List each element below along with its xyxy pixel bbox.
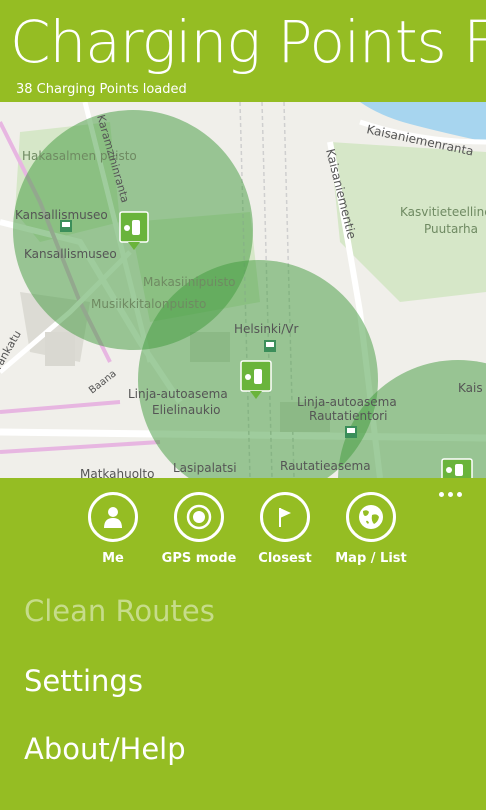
map-label: Makasiinipuisto [143, 275, 236, 289]
more-dot [456, 491, 462, 497]
more-dot [447, 491, 453, 497]
map-label: Kansallismuseo [24, 247, 117, 261]
gps-mode-label: GPS mode [161, 551, 237, 566]
closest-label: Closest [258, 551, 312, 566]
map-label: Lasipalatsi [173, 461, 237, 475]
map-label: Rautatieasema [280, 459, 371, 473]
app-header: Charging Points F 38 Charging Points loa… [0, 0, 486, 102]
map-label: Musiikkitalonpuisto [91, 297, 206, 311]
map-label: Helsinki/Vr [234, 322, 298, 336]
map-view[interactable]: Hakasalmen puisto Kansallismuseo Kansall… [0, 102, 486, 478]
map-label: Linja-autoasema [297, 395, 397, 409]
map-canvas[interactable]: Hakasalmen puisto Kansallismuseo Kansall… [0, 102, 486, 478]
map-label: Kansallismuseo [15, 208, 108, 222]
map-label: Kasvitieteelline [400, 205, 486, 219]
map-label: Matkahuolto [80, 467, 154, 478]
menu-item-about-help[interactable]: About/Help [24, 732, 186, 766]
map-label: Kais [458, 381, 483, 395]
charging-points-status: 38 Charging Points loaded [16, 82, 187, 97]
more-options-button[interactable] [434, 486, 466, 502]
flag-icon [260, 492, 310, 542]
map-list-button[interactable]: Map / List [321, 492, 421, 566]
map-label: Puutarha [424, 222, 478, 236]
map-list-label: Map / List [335, 551, 407, 566]
map-label: Rautatientori [309, 409, 387, 423]
person-icon [88, 492, 138, 542]
station-marker-icon [264, 340, 276, 352]
menu-item-clean-routes: Clean Routes [24, 594, 215, 628]
me-button[interactable]: Me [63, 492, 163, 566]
station-marker-icon [345, 426, 357, 438]
closest-button[interactable]: Closest [235, 492, 335, 566]
building [45, 332, 75, 366]
map-label: Linja-autoasema [128, 387, 228, 401]
globe-icon [346, 492, 396, 542]
more-dot [438, 491, 444, 497]
target-icon [174, 492, 224, 542]
gps-mode-button[interactable]: GPS mode [149, 492, 249, 566]
menu-item-settings[interactable]: Settings [24, 664, 143, 698]
map-label: Elielinaukio [152, 403, 221, 417]
me-label: Me [102, 551, 124, 566]
charging-point-marker[interactable] [441, 458, 473, 478]
app-title: Charging Points F [10, 8, 486, 76]
application-bar: Me GPS mode Closest Map / List Clean Rou… [0, 478, 486, 810]
